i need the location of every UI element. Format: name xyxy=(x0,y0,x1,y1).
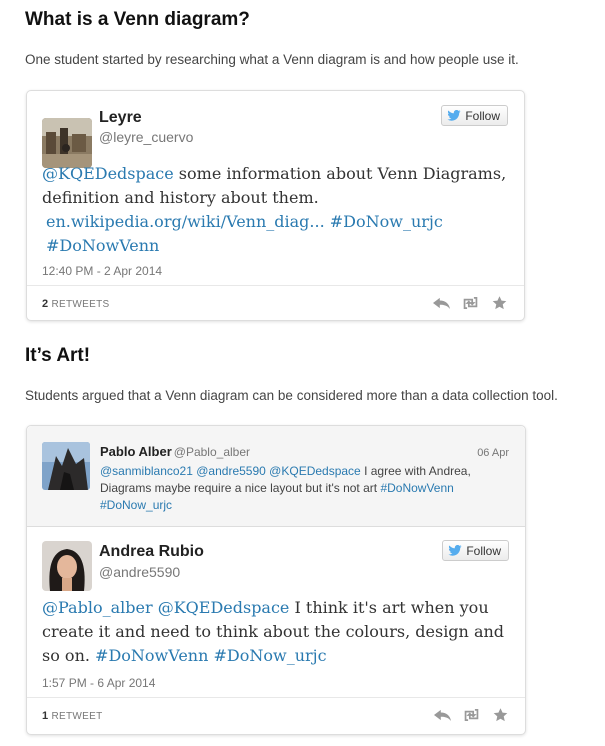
user-name[interactable]: Andrea Rubio xyxy=(99,543,204,561)
parent-tweet-text: @sanmiblanco21 @andre5590 @KQEDedspace I… xyxy=(100,463,495,514)
tweet-actions xyxy=(433,296,508,310)
mention-link[interactable]: @Pablo_alber xyxy=(42,598,153,617)
avatar[interactable] xyxy=(42,442,90,490)
embedded-tweet-leyre: Leyre @leyre_cuervo Follow @KQEDedspace … xyxy=(26,90,525,321)
tweet-text-line: so on. xyxy=(42,646,96,665)
embedded-tweet-andrea: Pablo Alber @Pablo_alber 06 Apr @sanmibla… xyxy=(26,425,526,735)
mention-link[interactable]: @KQEDedspace xyxy=(42,164,174,183)
retweet-icon[interactable] xyxy=(463,708,480,722)
hashtag-link[interactable]: #DoNow_urjc xyxy=(330,212,443,231)
tweet-timestamp[interactable]: 12:40 PM - 2 Apr 2014 xyxy=(42,264,162,278)
retweet-label: RETWEET xyxy=(51,711,103,722)
url-link[interactable]: en.wikipedia.org/wiki/Venn_diag... xyxy=(46,212,325,231)
star-icon[interactable] xyxy=(492,708,509,722)
retweet-number: 2 xyxy=(42,298,49,310)
parent-tweet-date[interactable]: 06 Apr xyxy=(477,447,509,459)
avatar[interactable] xyxy=(42,541,92,591)
retweet-number: 1 xyxy=(42,710,49,722)
section-heading-art: It’s Art! xyxy=(25,345,91,366)
mention-link[interactable]: @sanmiblanco21 xyxy=(100,464,193,478)
retweet-icon[interactable] xyxy=(462,296,479,310)
mention-link[interactable]: @KQEDedspace xyxy=(269,464,361,478)
parent-tweet: Pablo Alber @Pablo_alber 06 Apr @sanmibla… xyxy=(27,426,525,527)
section-intro-venn: One student started by researching what … xyxy=(25,52,519,67)
hashtag-link[interactable]: #DoNowVenn xyxy=(46,236,159,255)
avatar[interactable] xyxy=(42,118,92,168)
parent-user: Pablo Alber @Pablo_alber xyxy=(100,444,250,459)
parent-user-handle[interactable]: @Pablo_alber xyxy=(174,445,250,459)
retweet-count: 2 RETWEETS xyxy=(42,298,109,310)
hashtag-link[interactable]: #DoNow_urjc xyxy=(100,498,172,512)
hashtag-link[interactable]: #DoNow_urjc xyxy=(214,646,327,665)
retweet-label: RETWEETS xyxy=(51,299,110,310)
follow-button[interactable]: Follow xyxy=(442,540,509,561)
divider xyxy=(27,697,525,698)
follow-label: Follow xyxy=(465,108,500,123)
divider xyxy=(27,285,524,286)
section-intro-art: Students argued that a Venn diagram can … xyxy=(25,388,558,403)
tweet-text: @KQEDedspace some information about Venn… xyxy=(42,162,512,258)
twitter-bird-icon xyxy=(448,545,462,556)
user-handle[interactable]: @leyre_cuervo xyxy=(99,129,193,145)
mention-link[interactable]: @andre5590 xyxy=(196,464,266,478)
tweet-text: @Pablo_alber @KQEDedspace I think it's a… xyxy=(42,596,512,668)
section-heading-venn: What is a Venn diagram? xyxy=(25,9,250,30)
twitter-bird-icon xyxy=(447,110,461,121)
hashtag-link[interactable]: #DoNowVenn xyxy=(380,481,453,495)
tweet-text-line: definition and history about them. xyxy=(42,188,319,207)
tweet-text-line: create it and need to think about the co… xyxy=(42,622,505,641)
user-name[interactable]: Leyre xyxy=(99,109,142,127)
user-handle[interactable]: @andre5590 xyxy=(99,564,180,580)
tweet-actions xyxy=(434,708,509,722)
retweet-count: 1 RETWEET xyxy=(42,710,103,722)
tweet-text-line: some information about Venn Diagrams, xyxy=(173,164,507,183)
tweet-text-line: I think it's art when you xyxy=(289,598,489,617)
tweet-timestamp[interactable]: 1:57 PM - 6 Apr 2014 xyxy=(42,676,155,690)
reply-icon[interactable] xyxy=(433,296,450,310)
follow-label: Follow xyxy=(466,543,501,558)
mention-link[interactable]: @KQEDedspace xyxy=(158,598,290,617)
parent-user-name[interactable]: Pablo Alber xyxy=(100,444,172,459)
star-icon[interactable] xyxy=(491,296,508,310)
follow-button[interactable]: Follow xyxy=(441,105,508,126)
hashtag-link[interactable]: #DoNowVenn xyxy=(95,646,208,665)
reply-icon[interactable] xyxy=(434,708,451,722)
